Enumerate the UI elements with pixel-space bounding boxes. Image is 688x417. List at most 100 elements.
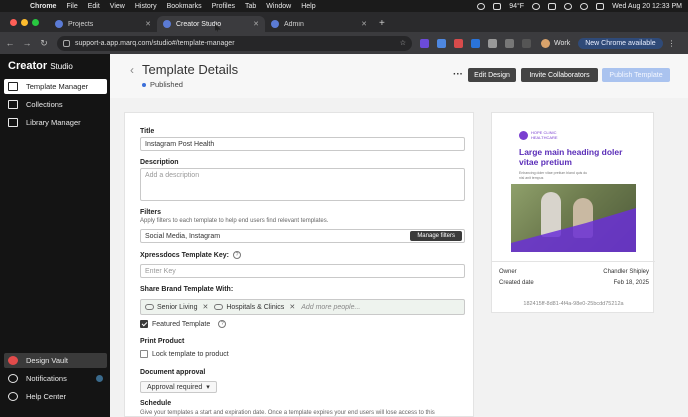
extension-icon[interactable] xyxy=(420,38,429,48)
menu-help[interactable]: Help xyxy=(301,3,315,10)
profile-label: Work xyxy=(554,39,571,47)
status-dot-icon xyxy=(142,82,146,87)
template-id: 182415ff-8d81-4f4a-98e0-25bcdd75212a xyxy=(523,301,624,307)
menu-tab[interactable]: Tab xyxy=(245,3,256,10)
chevron-left-icon[interactable]: ‹ xyxy=(130,63,134,77)
zoom-window-button[interactable] xyxy=(32,19,39,26)
extension-icon[interactable] xyxy=(488,38,497,48)
add-people-placeholder[interactable]: Add more people... xyxy=(301,304,360,311)
thumbnail-subtext: Enhancing doler vitae pretium bland quis… xyxy=(519,171,588,180)
chrome-menu-icon[interactable]: ⋮ xyxy=(668,39,676,48)
control-center-icon[interactable] xyxy=(596,2,605,10)
template-icon xyxy=(8,82,18,91)
caret-down-icon: ▾ xyxy=(206,384,210,391)
person-figure xyxy=(541,192,561,237)
menu-history[interactable]: History xyxy=(135,3,157,10)
filters-input[interactable]: Social Media, Instagram Manage filters xyxy=(140,229,465,243)
tab-creator-studio[interactable]: Creator Studio ✕ xyxy=(157,16,265,32)
reload-icon[interactable]: ↻ xyxy=(37,38,51,49)
share-with-input[interactable]: Senior Living ✕ Hospitals & Clinics ✕ Ad… xyxy=(140,299,465,315)
owner-label: Owner xyxy=(499,269,517,275)
sidebar-item-label: Template Manager xyxy=(26,82,89,91)
extension-icon[interactable] xyxy=(437,38,446,48)
description-label: Description xyxy=(140,159,179,166)
created-label: Created date xyxy=(499,280,534,286)
close-tab-icon[interactable]: ✕ xyxy=(253,20,259,28)
print-product-label: Print Product xyxy=(140,338,185,345)
tab-label: Creator Studio xyxy=(176,20,222,28)
sidebar-item-template-manager[interactable]: Template Manager xyxy=(4,79,107,94)
clock[interactable]: Wed Aug 20 12:33 PM xyxy=(612,3,682,10)
close-tab-icon[interactable]: ✕ xyxy=(361,20,367,28)
new-chrome-available-button[interactable]: New Chrome available xyxy=(578,37,663,49)
owner-value: Chandler Shipley xyxy=(603,269,649,275)
approval-value: Approval required xyxy=(147,383,203,391)
sidebar-item-label: Design Vault xyxy=(26,356,68,365)
menu-profiles[interactable]: Profiles xyxy=(212,3,235,10)
close-tab-icon[interactable]: ✕ xyxy=(145,20,151,28)
description-input[interactable]: Add a description xyxy=(140,168,465,201)
site-info-icon[interactable] xyxy=(63,39,70,47)
help-circle-icon[interactable]: ? xyxy=(218,320,227,328)
menu-window[interactable]: Window xyxy=(266,3,291,10)
title-input[interactable]: Instagram Post Health xyxy=(140,137,465,151)
display-icon[interactable] xyxy=(493,2,502,10)
menu-file[interactable]: File xyxy=(66,3,77,10)
wifi-icon[interactable] xyxy=(564,2,573,10)
sidebar-item-notifications[interactable]: Notifications xyxy=(4,371,107,386)
menu-edit[interactable]: Edit xyxy=(88,3,100,10)
help-circle-icon[interactable]: ? xyxy=(232,251,241,259)
lock-template-label: Lock template to product xyxy=(152,350,229,358)
close-window-button[interactable] xyxy=(10,19,17,26)
menu-view[interactable]: View xyxy=(110,3,125,10)
battery-icon[interactable] xyxy=(548,2,557,10)
featured-template-checkbox[interactable] xyxy=(140,320,148,328)
edit-design-button[interactable]: Edit Design xyxy=(468,68,516,82)
minimize-window-button[interactable] xyxy=(21,19,28,26)
bookmark-star-icon[interactable]: ☆ xyxy=(400,39,406,47)
chip-label: Senior Living xyxy=(157,303,198,311)
url-text[interactable]: support-a.app.marq.com/studio#/template-… xyxy=(75,40,235,47)
sidepanel-icon[interactable] xyxy=(522,38,531,48)
profile-button[interactable]: Work xyxy=(541,38,571,48)
remove-chip-icon[interactable]: ✕ xyxy=(202,303,208,311)
window-controls xyxy=(10,19,39,26)
weather-readout[interactable]: 94°F xyxy=(509,3,524,10)
forward-arrow-icon[interactable]: → xyxy=(20,38,34,48)
publish-template-button[interactable]: Publish Template xyxy=(602,68,670,82)
manage-filters-button[interactable]: Manage filters xyxy=(410,231,462,241)
sidebar-item-label: Library Manager xyxy=(26,118,81,127)
template-thumbnail[interactable]: HOPE CLINIC HEALTHCARE Large main headin… xyxy=(511,124,636,252)
menu-bookmarks[interactable]: Bookmarks xyxy=(167,3,202,10)
back-arrow-icon[interactable]: ← xyxy=(3,38,17,48)
extension-icon[interactable] xyxy=(471,38,480,48)
filters-label: Filters xyxy=(140,209,162,216)
more-options-icon[interactable]: ··· xyxy=(453,69,463,80)
xpressdocs-key-input[interactable]: Enter Key xyxy=(140,264,465,278)
sidebar-item-library-manager[interactable]: Library Manager xyxy=(4,115,107,130)
brand-name: Creator xyxy=(8,60,48,72)
lock-template-checkbox[interactable] xyxy=(140,350,148,358)
address-bar[interactable]: support-a.app.marq.com/studio#/template-… xyxy=(57,35,412,51)
puzzle-icon[interactable] xyxy=(505,38,514,48)
headphones-icon[interactable] xyxy=(532,2,541,10)
record-icon[interactable] xyxy=(477,2,486,10)
tab-admin[interactable]: Admin ✕ xyxy=(265,16,373,32)
sidebar-item-design-vault[interactable]: Design Vault xyxy=(4,353,107,368)
sidebar-item-collections[interactable]: Collections xyxy=(4,97,107,112)
remove-chip-icon[interactable]: ✕ xyxy=(289,303,295,311)
extension-icon[interactable] xyxy=(454,38,463,48)
lock-template-row: Lock template to product xyxy=(140,350,229,358)
new-tab-button[interactable]: + xyxy=(379,18,385,29)
menu-app-name[interactable]: Chrome xyxy=(30,3,56,10)
sidebar-item-help-center[interactable]: Help Center xyxy=(4,389,107,404)
group-icon xyxy=(145,304,154,310)
brand-logo: Creator Studio xyxy=(8,60,73,72)
search-icon[interactable] xyxy=(580,2,589,10)
sidebar-item-label: Help Center xyxy=(26,392,67,401)
tab-projects[interactable]: Projects ✕ xyxy=(49,16,157,32)
approval-select[interactable]: Approval required ▾ xyxy=(140,381,217,393)
invite-collaborators-button[interactable]: Invite Collaborators xyxy=(521,68,598,82)
browser-toolbar: ← → ↻ support-a.app.marq.com/studio#/tem… xyxy=(0,32,688,54)
clinic-logo: HOPE CLINIC HEALTHCARE xyxy=(519,130,558,140)
